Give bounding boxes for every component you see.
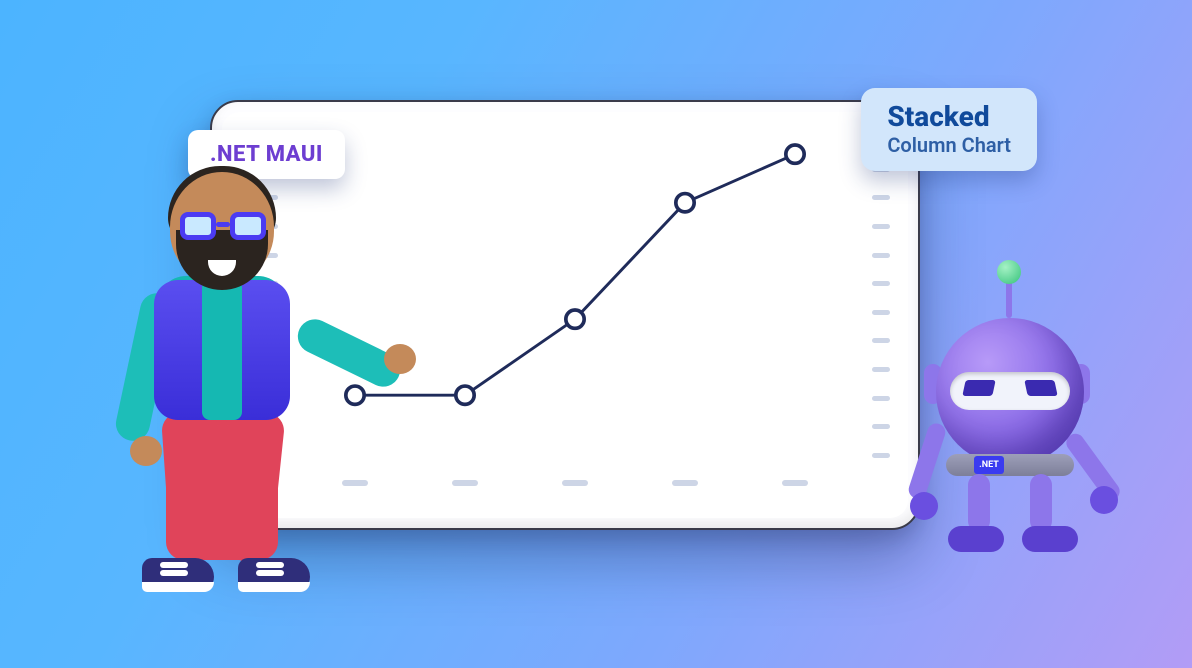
y-axis-right — [868, 138, 890, 458]
label-chip-stacked-column: Stacked Column Chart — [861, 88, 1037, 171]
chart-plot — [260, 130, 890, 498]
x-axis — [300, 480, 850, 498]
robot-tag: .NET — [974, 456, 1004, 474]
chip-text: .NET MAUI — [210, 142, 323, 167]
chip-line1: Stacked — [887, 102, 1011, 131]
chart-area — [300, 138, 850, 458]
robot-character: .NET — [902, 268, 1112, 598]
developer-character — [110, 172, 330, 610]
chip-line2: Column Chart — [887, 133, 1011, 157]
